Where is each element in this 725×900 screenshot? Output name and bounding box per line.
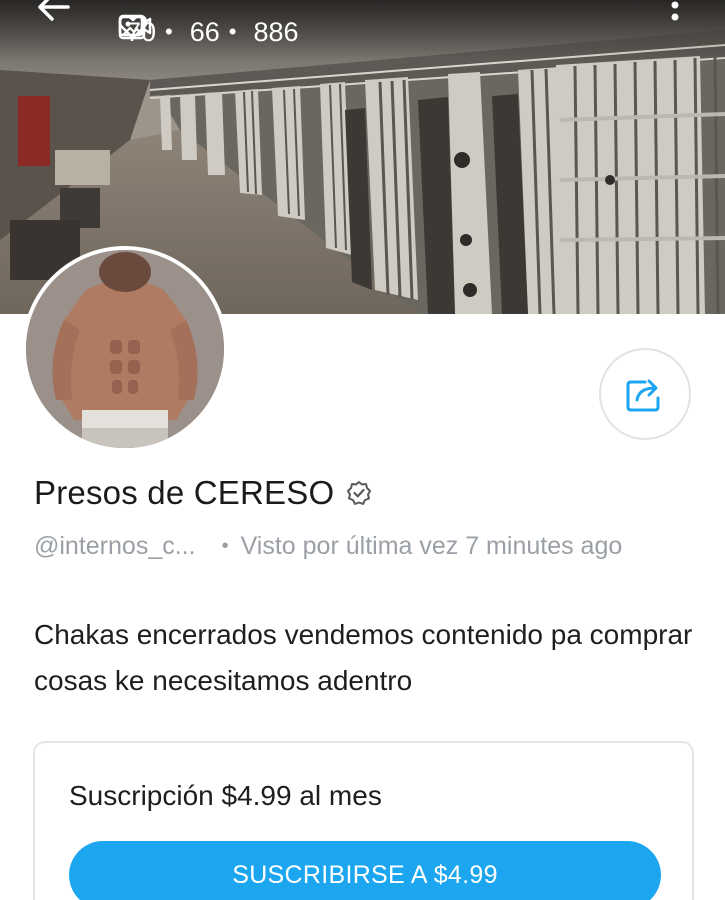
profile-bio: Chakas encerrados vendemos contenido pa … xyxy=(34,619,693,696)
subscription-card: Suscripción $4.99 al mes SUSCRIBIRSE A $… xyxy=(33,741,694,900)
subscription-title: Suscripción $4.99 al mes xyxy=(69,780,382,811)
profile-meta-row: @internos_c... • Visto por última vez 7 … xyxy=(34,532,622,561)
banner-shade xyxy=(0,0,725,60)
meta-separator: • xyxy=(221,535,229,557)
verified-badge-icon xyxy=(346,480,372,506)
avatar-image xyxy=(26,250,224,448)
stats-separator: • xyxy=(228,19,237,44)
more-vertical-icon xyxy=(671,1,679,21)
username: @internos_c... xyxy=(34,532,196,560)
likes-count: 886 xyxy=(253,16,299,47)
profile-stats: 70 • 66 • 886 xyxy=(118,14,299,50)
subscribe-button[interactable]: SUSCRIBIRSE A $4.99 xyxy=(69,841,661,900)
display-name: Presos de CERESO xyxy=(34,474,335,511)
last-seen-status: Visto por última vez 7 minutes ago xyxy=(240,532,623,560)
videos-stat[interactable]: 66 xyxy=(118,15,220,48)
avatar[interactable] xyxy=(26,250,224,448)
arrow-left-icon xyxy=(38,0,70,21)
videos-count: 66 xyxy=(189,16,220,47)
share-button[interactable] xyxy=(599,348,691,440)
back-button[interactable] xyxy=(36,0,76,32)
profile-name-row: Presos de CERESO xyxy=(34,474,372,512)
likes-stat[interactable]: 886 xyxy=(118,14,299,48)
profile-page: 70 • 66 • 886 Presos de CERESO @internos… xyxy=(0,0,725,900)
more-options-button[interactable] xyxy=(670,0,698,34)
share-icon xyxy=(626,379,660,412)
stats-separator: • xyxy=(165,19,173,44)
